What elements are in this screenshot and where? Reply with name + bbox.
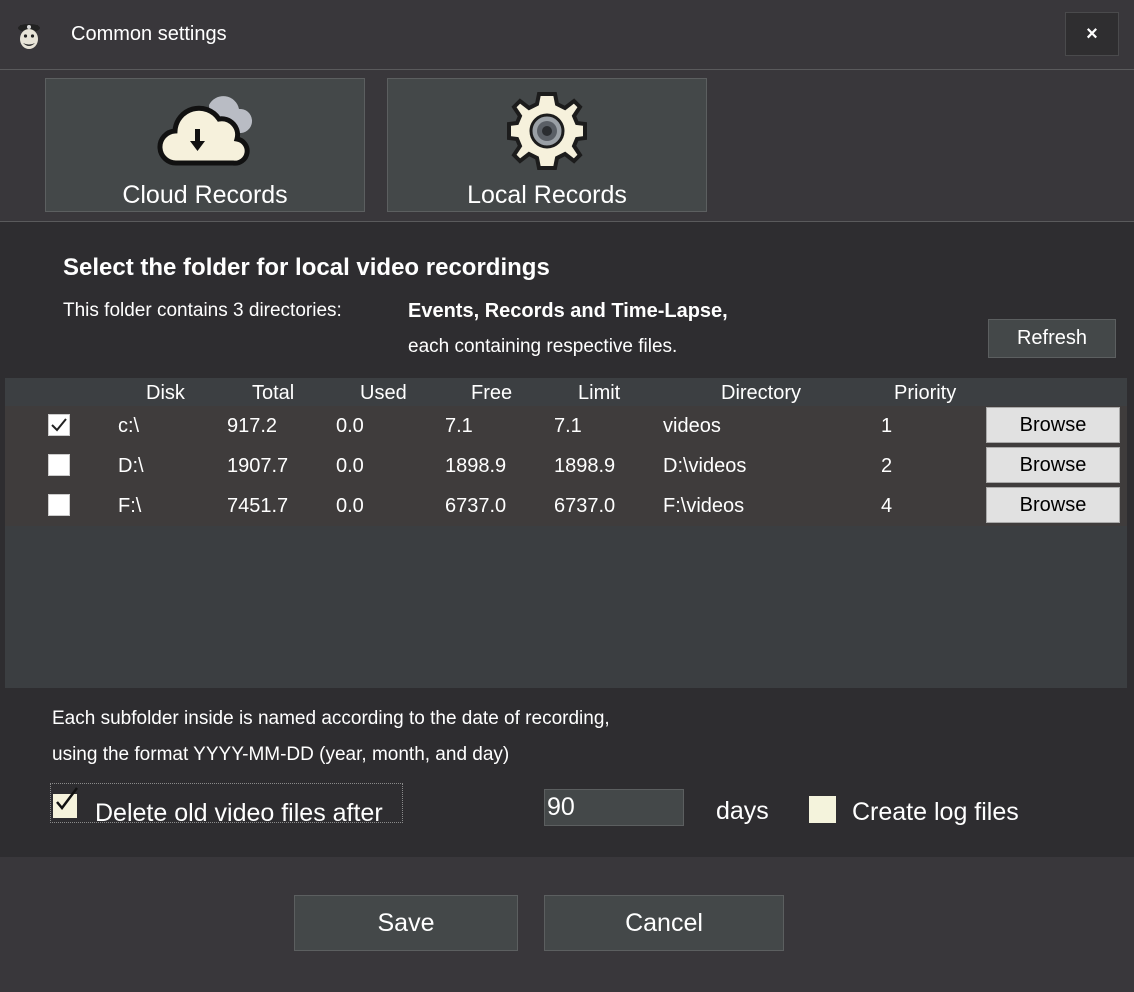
cell-used: 0.0 <box>336 455 364 477</box>
cell-used: 0.0 <box>336 495 364 517</box>
row-checkbox[interactable] <box>48 454 70 476</box>
subfolder-note-line2: using the format YYYY-MM-DD (year, month… <box>52 744 510 765</box>
info-suffix: each containing respective files. <box>408 336 678 357</box>
header-priority: Priority <box>894 382 957 404</box>
cell-limit: 7.1 <box>554 415 582 437</box>
table-row: F:\ 7451.7 0.0 6737.0 6737.0 F:\videos 4… <box>5 486 1127 526</box>
info-prefix: This folder contains 3 directories: <box>63 300 342 321</box>
retention-days-input[interactable] <box>544 789 684 826</box>
days-label: days <box>716 797 769 825</box>
info-directories: Events, Records and Time-Lapse, <box>408 300 728 322</box>
cell-total: 917.2 <box>227 415 278 437</box>
save-button[interactable]: Save <box>294 895 518 951</box>
table-header: Disk Total Used Free Limit Directory Pri… <box>5 378 1127 406</box>
header-free: Free <box>471 382 513 404</box>
app-logo-icon <box>18 24 40 49</box>
browse-button[interactable]: Browse <box>986 407 1120 443</box>
header-disk: Disk <box>146 382 185 404</box>
cell-free: 7.1 <box>445 415 473 437</box>
close-button[interactable]: × <box>1065 12 1119 56</box>
header-used: Used <box>360 382 407 404</box>
delete-checkbox-box <box>53 787 78 818</box>
cell-priority: 4 <box>881 495 893 517</box>
gear-camera-icon <box>507 92 587 170</box>
browse-button[interactable]: Browse <box>986 447 1120 483</box>
cell-priority: 1 <box>881 415 893 437</box>
window-title: Common settings <box>71 23 227 45</box>
cell-used: 0.0 <box>336 415 364 437</box>
cloud-download-icon <box>157 96 253 166</box>
tab-local-records[interactable]: Local Records <box>387 78 707 212</box>
cell-disk: c:\ <box>118 415 140 437</box>
header-total: Total <box>252 382 295 404</box>
cell-directory: F:\videos <box>663 495 745 517</box>
delete-old-files-checkbox[interactable]: Delete old video files after <box>50 783 403 827</box>
cell-disk: D:\ <box>118 455 144 477</box>
tab-cloud-records[interactable]: Cloud Records <box>45 78 365 212</box>
disk-table: Disk Total Used Free Limit Directory Pri… <box>5 378 1127 688</box>
cell-total: 1907.7 <box>227 455 289 477</box>
tab-bar: Cloud Records Local Records <box>0 69 1134 222</box>
cell-total: 7451.7 <box>227 495 289 517</box>
table-row: c:\ 917.2 0.0 7.1 7.1 videos 1 Browse <box>5 406 1127 446</box>
title-bar: Common settings × <box>0 0 1134 70</box>
refresh-button[interactable]: Refresh <box>988 319 1116 358</box>
checkmark-icon <box>56 787 78 810</box>
tab-local-records-label: Local Records <box>467 181 627 209</box>
cell-directory: D:\videos <box>663 455 747 477</box>
row-checkbox[interactable] <box>48 494 70 516</box>
section-heading: Select the folder for local video record… <box>63 254 550 281</box>
local-records-panel: Select the folder for local video record… <box>0 222 1134 857</box>
cell-limit: 1898.9 <box>554 455 616 477</box>
row-checkbox[interactable] <box>48 414 70 436</box>
cell-free: 6737.0 <box>445 495 507 517</box>
delete-old-files-label: Delete old video files after <box>95 799 383 827</box>
cell-free: 1898.9 <box>445 455 507 477</box>
checkmark-icon <box>51 418 67 432</box>
table-row: D:\ 1907.7 0.0 1898.9 1898.9 D:\videos 2… <box>5 446 1127 486</box>
cell-disk: F:\ <box>118 495 142 517</box>
cell-limit: 6737.0 <box>554 495 616 517</box>
cancel-button[interactable]: Cancel <box>544 895 784 951</box>
cell-priority: 2 <box>881 455 893 477</box>
create-log-files-label: Create log files <box>852 798 1019 826</box>
subfolder-note-line1: Each subfolder inside is named according… <box>52 708 610 729</box>
create-log-files-checkbox[interactable] <box>809 796 836 823</box>
browse-button[interactable]: Browse <box>986 487 1120 523</box>
header-limit: Limit <box>578 382 621 404</box>
header-directory: Directory <box>721 382 802 404</box>
tab-cloud-records-label: Cloud Records <box>122 181 288 209</box>
cell-directory: videos <box>663 415 721 437</box>
